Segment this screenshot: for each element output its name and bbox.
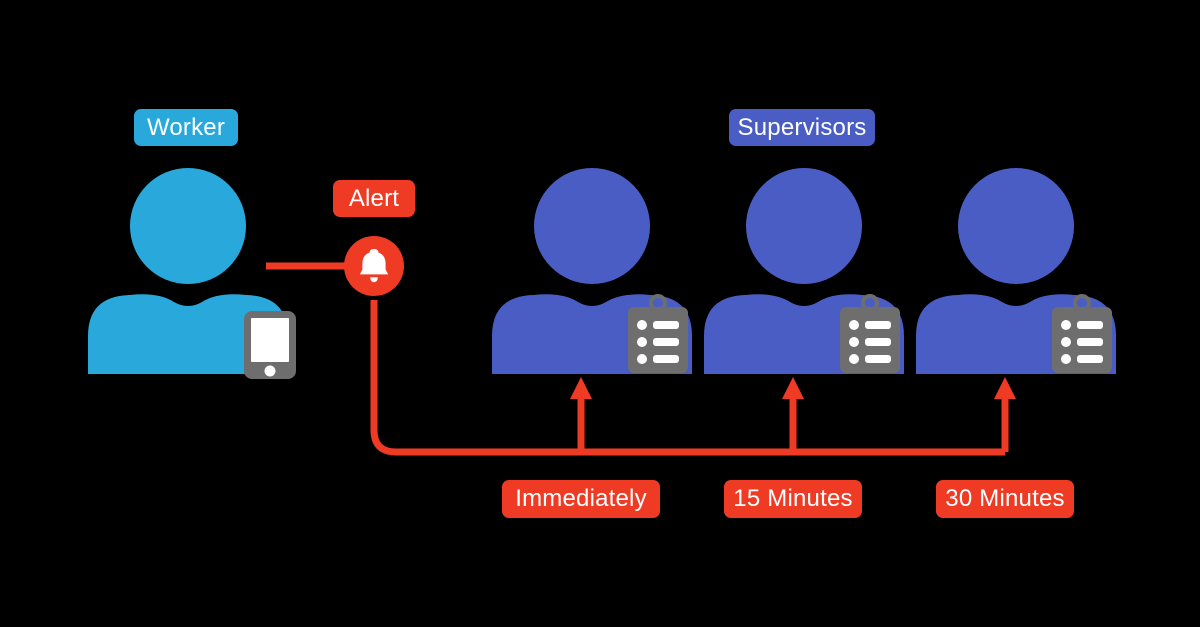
alert-bell-button[interactable] — [344, 236, 404, 296]
smartphone-icon — [244, 311, 296, 379]
worker-head — [130, 168, 246, 284]
clipboard-icon-2 — [840, 294, 900, 373]
supervisor-1-head — [534, 168, 650, 284]
supervisor-3-head — [958, 168, 1074, 284]
clipboard-icon-1 — [628, 294, 688, 373]
escalation-step-label-2: 15 Minutes — [733, 485, 853, 512]
escalation-step-label-1: Immediately — [515, 485, 647, 512]
clipboard-icon-3 — [1052, 294, 1112, 373]
escalation-step-badge-2: 15 Minutes — [724, 480, 862, 518]
escalation-step-label-3: 30 Minutes — [945, 485, 1065, 512]
diagram-canvas: Worker Supervisors Alert Immediately 15 … — [0, 0, 1200, 627]
escalation-step-badge-3: 30 Minutes — [936, 480, 1074, 518]
arrow-up-icon-2 — [782, 377, 804, 399]
escalation-step-badge-1: Immediately — [502, 480, 660, 518]
arrow-up-icon-3 — [994, 377, 1016, 399]
supervisor-2-head — [746, 168, 862, 284]
arrow-up-icon-1 — [570, 377, 592, 399]
bell-icon — [344, 236, 404, 296]
